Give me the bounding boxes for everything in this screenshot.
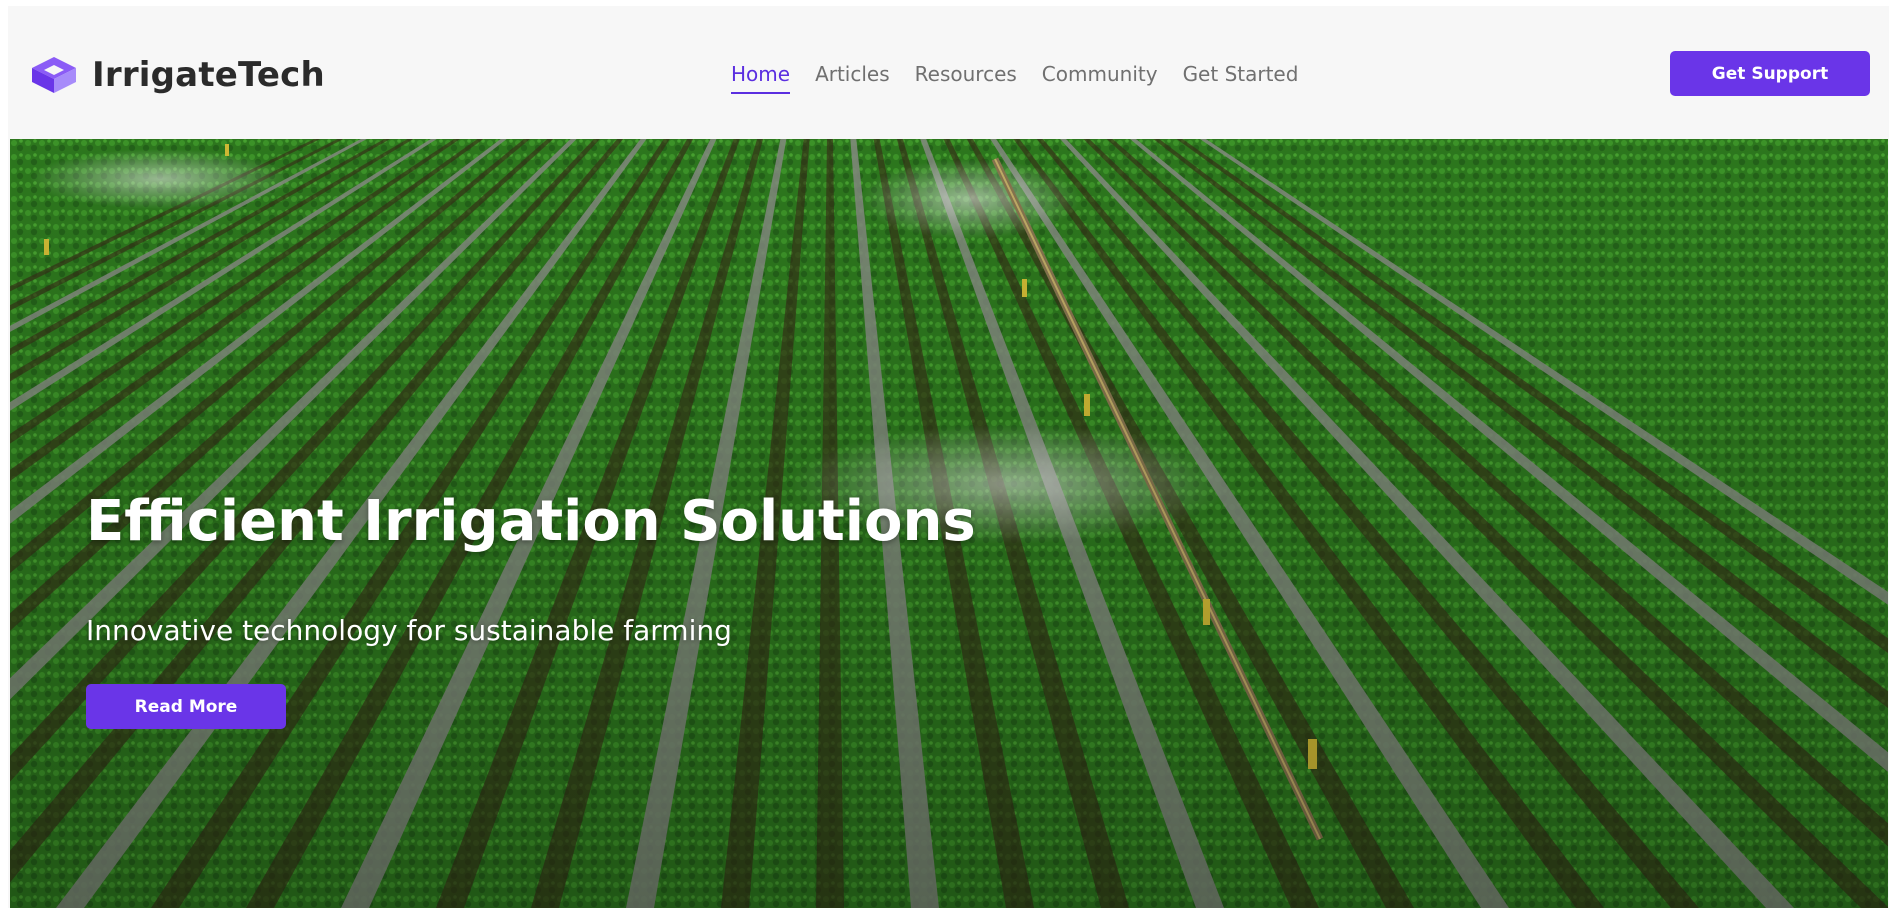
nav-resources[interactable]: Resources xyxy=(915,62,1017,94)
nav-articles[interactable]: Articles xyxy=(815,62,890,94)
nav-get-started[interactable]: Get Started xyxy=(1183,62,1299,94)
brand-logo[interactable]: IrrigateTech xyxy=(30,55,325,95)
hero-subtitle: Innovative technology for sustainable fa… xyxy=(86,614,732,647)
site-header: IrrigateTech Home Articles Resources Com… xyxy=(8,6,1889,139)
cube-logo-icon xyxy=(32,57,76,93)
read-more-button[interactable]: Read More xyxy=(86,684,286,729)
nav-community[interactable]: Community xyxy=(1042,62,1158,94)
hero-title: Efficient Irrigation Solutions xyxy=(86,489,976,554)
hero-section: Efficient Irrigation Solutions Innovativ… xyxy=(10,139,1888,908)
brand-name: IrrigateTech xyxy=(92,55,325,95)
page: IrrigateTech Home Articles Resources Com… xyxy=(8,6,1889,908)
main-nav: Home Articles Resources Community Get St… xyxy=(731,62,1323,94)
get-support-button[interactable]: Get Support xyxy=(1670,51,1870,96)
nav-home[interactable]: Home xyxy=(731,62,791,94)
